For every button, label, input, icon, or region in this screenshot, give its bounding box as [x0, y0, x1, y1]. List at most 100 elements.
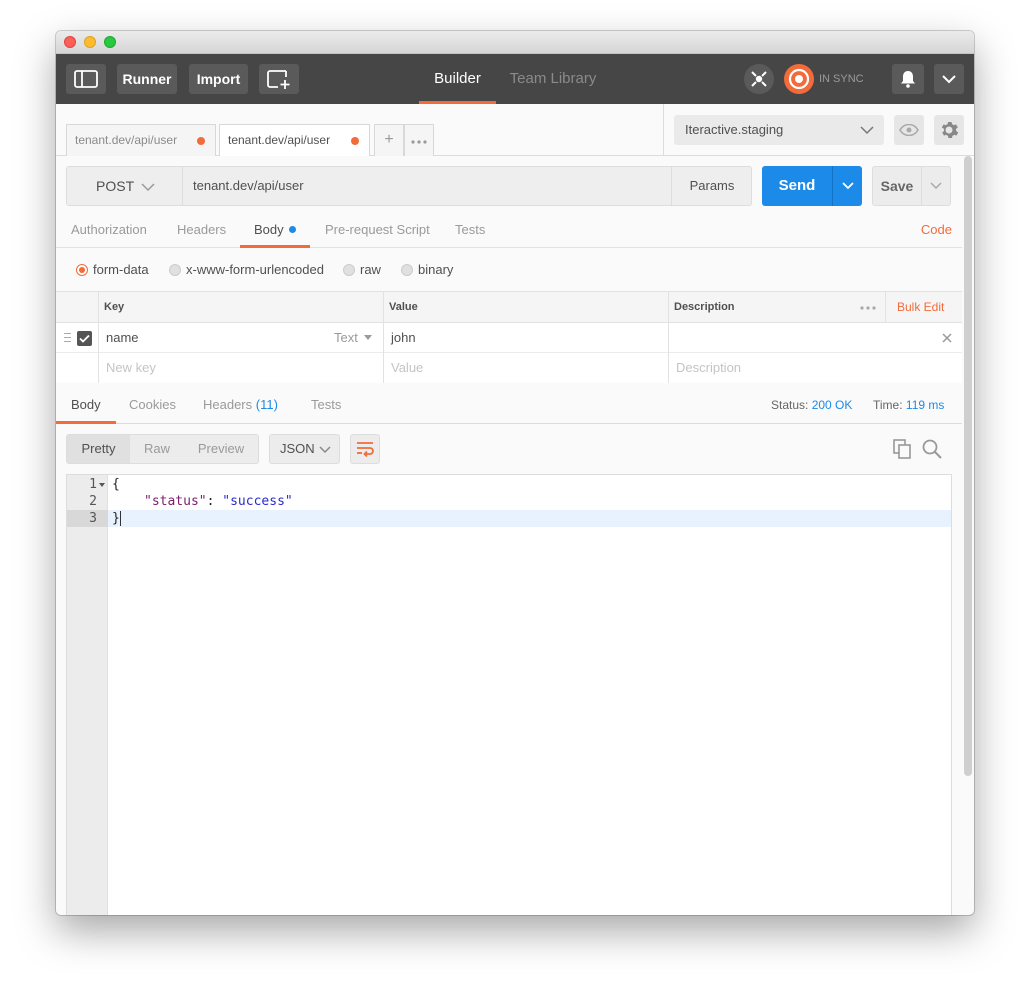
sync-status-label: IN SYNC: [819, 73, 864, 85]
eye-icon: [899, 124, 919, 136]
row-value-input[interactable]: john: [391, 323, 416, 353]
chevron-down-icon: [141, 183, 155, 192]
unsaved-dot-icon: [351, 137, 359, 145]
interceptor-button[interactable]: [744, 64, 774, 94]
response-tab-tests[interactable]: Tests: [311, 383, 341, 424]
line-number: 3: [89, 511, 97, 526]
new-window-button[interactable]: [259, 64, 299, 94]
drag-handle-icon[interactable]: [64, 333, 71, 343]
sync-button[interactable]: [784, 64, 814, 94]
app-window: Runner Import Builder Team Library IN SY…: [56, 31, 974, 915]
new-key-input[interactable]: New key: [106, 353, 156, 383]
radio-label: form-data: [93, 262, 149, 277]
radio-form-data[interactable]: form-data: [76, 260, 149, 280]
column-header-value: Value: [389, 301, 418, 313]
delete-row-icon[interactable]: [942, 333, 952, 343]
request-tab-active[interactable]: tenant.dev/api/user: [219, 124, 370, 157]
code-text: {: [112, 477, 120, 492]
text-cursor: [120, 511, 121, 526]
response-tab-body[interactable]: Body: [56, 383, 116, 424]
runner-button[interactable]: Runner: [117, 64, 177, 94]
request-tab-strip: tenant.dev/api/user tenant.dev/api/user …: [56, 104, 974, 157]
tab-tests[interactable]: Tests: [455, 216, 485, 248]
request-tab[interactable]: tenant.dev/api/user: [66, 124, 216, 156]
fold-toggle-icon[interactable]: [99, 483, 105, 487]
tab-headers[interactable]: Headers: [177, 216, 226, 248]
divider: [885, 292, 886, 323]
search-response-button[interactable]: [922, 439, 942, 459]
notifications-button[interactable]: [892, 64, 924, 94]
manage-environments-button[interactable]: [934, 115, 964, 145]
close-window-button[interactable]: [64, 36, 76, 48]
response-format-select[interactable]: JSON: [269, 434, 340, 464]
divider: [663, 104, 664, 156]
response-status: Status: 200 OK: [771, 383, 852, 424]
line-number: 1: [89, 477, 97, 492]
save-button[interactable]: Save: [872, 166, 921, 206]
bell-icon: [901, 71, 915, 88]
tab-options-button[interactable]: [404, 124, 434, 156]
send-options-button[interactable]: [832, 166, 862, 206]
tab-authorization[interactable]: Authorization: [71, 216, 147, 248]
chevron-down-icon: [942, 74, 956, 83]
nav-tab-builder[interactable]: Builder: [419, 54, 496, 104]
response-tab-cookies[interactable]: Cookies: [129, 383, 176, 424]
copy-response-button[interactable]: [892, 439, 912, 459]
divider: [98, 292, 99, 383]
caret-down-icon: [364, 335, 373, 340]
method-select[interactable]: POST: [67, 167, 183, 205]
row-key-input[interactable]: name: [106, 323, 139, 353]
code-text: "status": "success": [144, 493, 293, 510]
json-separator: :: [206, 494, 223, 509]
response-tab-headers[interactable]: Headers (11): [203, 383, 278, 424]
wrap-lines-button[interactable]: [350, 434, 380, 464]
url-input[interactable]: tenant.dev/api/user: [193, 167, 304, 205]
radio-binary[interactable]: binary: [401, 260, 453, 280]
view-preview-button[interactable]: Preview: [184, 435, 258, 463]
radio-label: x-www-form-urlencoded: [186, 262, 324, 277]
column-header-description: Description: [674, 301, 735, 313]
plus-icon: +: [384, 131, 394, 148]
chevron-down-icon: [930, 182, 942, 190]
account-menu-button[interactable]: [934, 64, 964, 94]
new-window-icon: [267, 70, 290, 89]
import-button[interactable]: Import: [189, 64, 248, 94]
scrollbar[interactable]: [964, 156, 972, 776]
more-horizontal-icon[interactable]: [860, 306, 876, 310]
row-enabled-checkbox[interactable]: [77, 331, 92, 346]
response-body-editor[interactable]: 1 { 2 "status": "success" 3 }: [66, 474, 952, 915]
view-raw-button[interactable]: Raw: [130, 435, 184, 463]
radio-label: raw: [360, 262, 381, 277]
row-type-select[interactable]: Text: [334, 323, 373, 353]
divider: [383, 292, 384, 383]
time-label: Time:: [873, 398, 903, 412]
new-value-input[interactable]: Value: [391, 353, 423, 383]
code-line: 3 }: [67, 510, 951, 527]
tab-pre-request-script[interactable]: Pre-request Script: [325, 216, 430, 248]
params-button[interactable]: Params: [671, 167, 752, 205]
save-options-button[interactable]: [921, 166, 951, 206]
code-link[interactable]: Code: [921, 222, 952, 237]
unsaved-dot-icon: [197, 137, 205, 145]
nav-tab-team-library[interactable]: Team Library: [506, 54, 600, 104]
chevron-down-icon: [860, 126, 874, 135]
radio-x-www-form-urlencoded[interactable]: x-www-form-urlencoded: [169, 260, 324, 280]
row-type-label: Text: [334, 330, 358, 345]
bulk-edit-link[interactable]: Bulk Edit: [897, 292, 944, 322]
wrap-lines-icon: [357, 442, 374, 457]
radio-raw[interactable]: raw: [343, 260, 381, 280]
zoom-window-button[interactable]: [104, 36, 116, 48]
request-builder: POST tenant.dev/api/user Params Send Sav…: [56, 156, 962, 915]
environment-quick-look-button[interactable]: [894, 115, 924, 145]
send-button[interactable]: Send: [762, 166, 832, 206]
environment-select[interactable]: Iteractive.staging: [674, 115, 884, 145]
tab-body[interactable]: Body: [240, 216, 310, 248]
response-view-toggle: Pretty Raw Preview: [66, 434, 259, 464]
json-string-value: "success": [222, 494, 293, 509]
new-description-input[interactable]: Description: [676, 353, 741, 383]
view-pretty-button[interactable]: Pretty: [67, 435, 130, 463]
sidebar-toggle-button[interactable]: [66, 64, 106, 94]
line-number-gutter: [67, 475, 108, 915]
add-tab-button[interactable]: +: [374, 124, 404, 156]
minimize-window-button[interactable]: [84, 36, 96, 48]
